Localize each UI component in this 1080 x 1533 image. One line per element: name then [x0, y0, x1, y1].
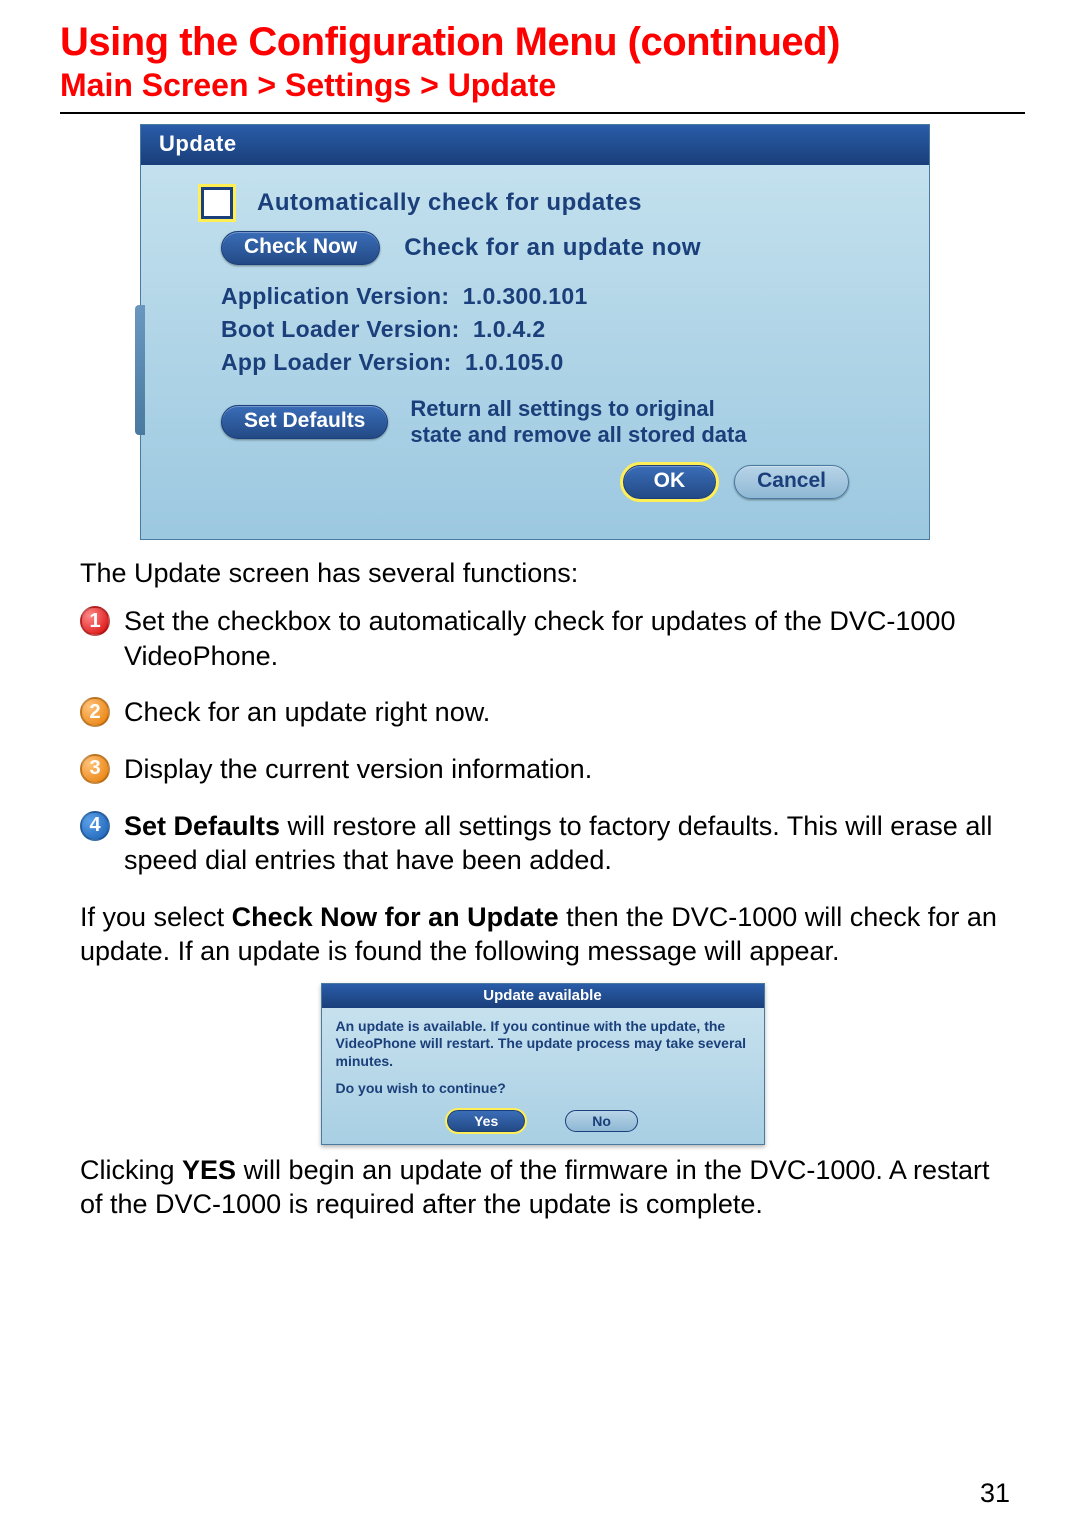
- set-defaults-button[interactable]: Set Defaults: [221, 405, 388, 439]
- breadcrumb: Main Screen > Settings > Update: [60, 67, 1025, 104]
- list-item: 4 Set Defaults will restore all settings…: [80, 809, 1005, 878]
- update-titlebar: Update: [141, 125, 929, 165]
- para3-pre: Clicking: [80, 1155, 182, 1185]
- numbered-list: 1 Set the checkbox to automatically chec…: [80, 604, 1005, 877]
- check-now-label: Check for an update now: [404, 234, 701, 262]
- apploader-version-line: App Loader Version: 1.0.105.0: [221, 349, 889, 376]
- page-number: 31: [980, 1478, 1010, 1509]
- para3-bold: YES: [182, 1155, 236, 1185]
- auto-check-checkbox[interactable]: [201, 187, 233, 219]
- app-version-line: Application Version: 1.0.300.101: [221, 283, 889, 310]
- boot-version-line: Boot Loader Version: 1.0.4.2: [221, 316, 889, 343]
- update-window: Update Automatically check for updates C…: [140, 124, 930, 540]
- paragraph-2: If you select Check Now for an Update th…: [80, 900, 1005, 969]
- apploader-version-label: App Loader Version:: [221, 349, 452, 375]
- para2-bold: Check Now for an Update: [232, 902, 559, 932]
- list-item: 3 Display the current version informatio…: [80, 752, 1005, 787]
- item-1-text: Set the checkbox to automatically check …: [124, 604, 1005, 673]
- dialog-question: Do you wish to continue?: [336, 1080, 750, 1098]
- update-available-dialog: Update available An update is available.…: [321, 983, 765, 1145]
- dialog-body-text: An update is available. If you continue …: [336, 1018, 750, 1071]
- cancel-button[interactable]: Cancel: [734, 465, 849, 499]
- paragraph-3: Clicking YES will begin an update of the…: [80, 1153, 1005, 1222]
- page-title: Using the Configuration Menu (continued): [60, 20, 1025, 65]
- list-item: 2 Check for an update right now.: [80, 695, 1005, 730]
- number-3-icon: 3: [80, 754, 110, 784]
- item-4-text: Set Defaults will restore all settings t…: [124, 809, 1005, 878]
- apploader-version-value: 1.0.105.0: [465, 349, 564, 375]
- item-3-text: Display the current version information.: [124, 752, 1005, 787]
- set-defaults-text-2: state and remove all stored data: [410, 422, 746, 448]
- list-item: 1 Set the checkbox to automatically chec…: [80, 604, 1005, 673]
- boot-version-label: Boot Loader Version:: [221, 316, 460, 342]
- boot-version-value: 1.0.4.2: [473, 316, 545, 342]
- number-2-icon: 2: [80, 697, 110, 727]
- ok-button[interactable]: OK: [623, 465, 717, 499]
- app-version-value: 1.0.300.101: [463, 283, 588, 309]
- item-2-text: Check for an update right now.: [124, 695, 1005, 730]
- auto-check-label: Automatically check for updates: [257, 189, 642, 217]
- item-4-bold: Set Defaults: [124, 811, 280, 841]
- no-button[interactable]: No: [565, 1110, 638, 1132]
- dialog-title: Update available: [322, 984, 764, 1008]
- number-1-icon: 1: [80, 606, 110, 636]
- para2-pre: If you select: [80, 902, 232, 932]
- left-tab-decoration: [135, 305, 145, 435]
- intro-text: The Update screen has several functions:: [80, 556, 1005, 591]
- divider: [60, 112, 1025, 114]
- app-version-label: Application Version:: [221, 283, 449, 309]
- yes-button[interactable]: Yes: [447, 1110, 525, 1132]
- number-4-icon: 4: [80, 811, 110, 841]
- set-defaults-description: Return all settings to original state an…: [410, 396, 746, 449]
- check-now-button[interactable]: Check Now: [221, 231, 380, 265]
- set-defaults-text-1: Return all settings to original: [410, 396, 746, 422]
